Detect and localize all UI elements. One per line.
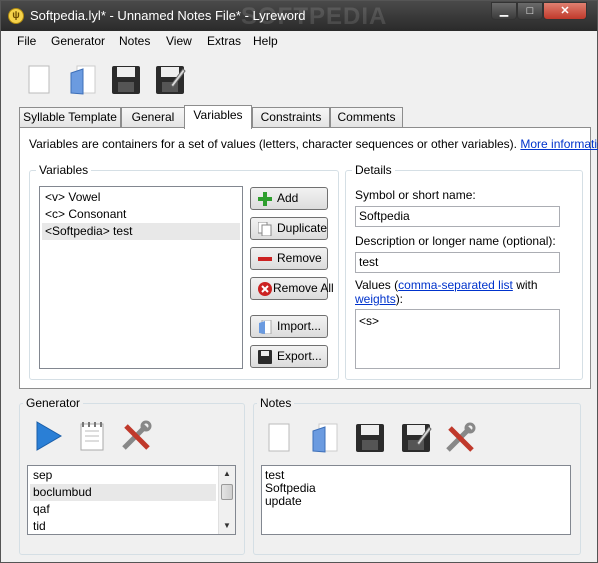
minimize-icon: ▁ — [499, 5, 509, 17]
maximize-icon: □ — [526, 5, 534, 17]
generator-label: Generator — [23, 396, 84, 410]
menu-extras[interactable]: Extras — [207, 34, 241, 48]
generated-words-list[interactable]: sep boclumbud qaf tid ▲ ▼ — [27, 465, 236, 535]
description-field[interactable]: test — [355, 252, 560, 273]
notes-line: Softpedia — [265, 481, 316, 495]
main-toolbar — [1, 53, 597, 103]
save-icon — [112, 66, 140, 94]
symbol-field[interactable]: Softpedia — [355, 206, 560, 227]
new-button[interactable] — [23, 63, 57, 97]
generator-scrollbar[interactable]: ▲ ▼ — [218, 466, 235, 534]
tools-icon — [122, 420, 152, 450]
tab-syllable-template[interactable]: Syllable Template — [19, 107, 121, 128]
notes-section: Notes test Softpedia update — [253, 396, 581, 555]
variables-group-label: Variables — [36, 163, 92, 177]
generator-tools-button[interactable] — [119, 419, 153, 453]
notes-save-as-button[interactable] — [399, 421, 433, 455]
details-group-label: Details — [352, 163, 395, 177]
save-as-icon — [402, 424, 432, 452]
menu-help[interactable]: Help — [253, 34, 278, 48]
save-as-button[interactable] — [153, 63, 187, 97]
more-information-link[interactable]: More information — [520, 137, 598, 151]
notes-open-button[interactable] — [309, 421, 343, 455]
notes-save-button[interactable] — [353, 421, 387, 455]
symbol-label: Symbol or short name: — [355, 188, 476, 202]
list-item[interactable]: <c> Consonant — [42, 206, 240, 223]
variables-panel: Variables are containers for a set of va… — [19, 127, 598, 389]
open-button[interactable] — [67, 63, 101, 97]
variables-group: Variables <v> Vowel <c> Consonant <Softp… — [29, 163, 339, 380]
menu-view[interactable]: View — [166, 34, 192, 48]
play-icon — [36, 421, 62, 451]
tab-variables[interactable]: Variables — [184, 105, 252, 129]
variables-list[interactable]: <v> Vowel <c> Consonant <Softpedia> test — [39, 186, 243, 369]
details-group: Details Symbol or short name: Softpedia … — [345, 163, 583, 380]
list-item[interactable]: qaf — [30, 501, 216, 518]
duplicate-icon — [258, 222, 272, 236]
generate-button[interactable] — [31, 419, 65, 453]
comma-separated-list-link[interactable]: comma-separated list — [398, 278, 513, 292]
menu-file[interactable]: File — [17, 34, 36, 48]
list-item[interactable]: tid — [30, 518, 216, 534]
export-button[interactable]: Export... — [250, 345, 328, 368]
menu-generator[interactable]: Generator — [51, 34, 105, 48]
list-item[interactable]: sep — [30, 467, 216, 484]
scroll-thumb[interactable] — [221, 484, 233, 500]
open-file-icon — [312, 423, 338, 453]
remove-button[interactable]: Remove — [250, 247, 328, 270]
save-button[interactable] — [109, 63, 143, 97]
close-icon: ✕ — [560, 5, 570, 17]
notes-line: update — [265, 494, 302, 508]
export-icon — [258, 350, 272, 364]
values-field[interactable]: <s> — [355, 309, 560, 369]
app-window: ψ Softpedia.lyl* - Unnamed Notes File* -… — [0, 0, 598, 563]
new-file-icon — [28, 65, 50, 94]
open-file-icon — [70, 65, 96, 95]
minimize-button[interactable]: ▁ — [491, 2, 517, 20]
remove-all-button[interactable]: Remove All — [250, 277, 334, 300]
duplicate-button[interactable]: Duplicate — [250, 217, 328, 240]
app-logo-icon: ψ — [8, 8, 24, 24]
menu-bar: File Generator Notes View Extras Help — [1, 31, 597, 51]
notepad-button[interactable] — [75, 419, 109, 453]
weights-link[interactable]: weights — [355, 292, 396, 306]
plus-icon — [258, 192, 272, 206]
description-label: Description or longer name (optional): — [355, 234, 556, 248]
scroll-up-icon[interactable]: ▲ — [219, 466, 235, 482]
tab-constraints[interactable]: Constraints — [252, 107, 330, 128]
maximize-button[interactable]: □ — [517, 2, 543, 20]
watermark: SOFTPEDIA — [241, 3, 388, 30]
add-button[interactable]: Add — [250, 187, 328, 210]
list-item[interactable]: boclumbud — [30, 484, 216, 501]
notes-new-button[interactable] — [263, 421, 297, 455]
scroll-down-icon[interactable]: ▼ — [219, 518, 235, 534]
notes-text-area[interactable]: test Softpedia update — [261, 465, 571, 535]
import-icon — [259, 320, 272, 334]
notepad-icon — [80, 422, 104, 451]
tools-icon — [446, 422, 476, 452]
notes-label: Notes — [257, 396, 295, 410]
notes-tools-button[interactable] — [443, 421, 477, 455]
list-item-selected[interactable]: <Softpedia> test — [42, 223, 240, 240]
save-as-icon — [156, 66, 186, 94]
title-bar[interactable]: ψ Softpedia.lyl* - Unnamed Notes File* -… — [1, 1, 597, 31]
tab-comments[interactable]: Comments — [330, 107, 403, 128]
save-icon — [356, 424, 384, 452]
import-button[interactable]: Import... — [250, 315, 328, 338]
minus-icon — [258, 257, 272, 261]
values-label: Values (comma-separated list with weight… — [355, 278, 538, 306]
new-file-icon — [268, 423, 290, 452]
tab-general[interactable]: General — [121, 107, 185, 128]
variables-description: Variables are containers for a set of va… — [29, 137, 598, 151]
generator-section: Generator sep boclumbud qaf tid ▲ ▼ — [19, 396, 245, 555]
remove-all-icon — [258, 282, 272, 296]
close-button[interactable]: ✕ — [543, 2, 587, 20]
menu-notes[interactable]: Notes — [119, 34, 150, 48]
list-item[interactable]: <v> Vowel — [42, 189, 240, 206]
